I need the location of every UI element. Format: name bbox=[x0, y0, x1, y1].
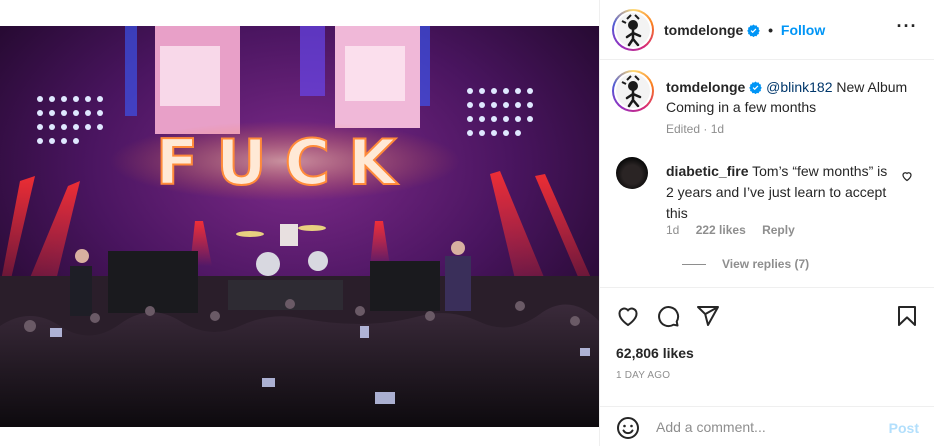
comment-time: 1d bbox=[666, 223, 680, 237]
comment-like-heart-icon[interactable] bbox=[901, 169, 913, 185]
stage-sign: FUCK bbox=[156, 126, 414, 199]
avatar-figure-icon bbox=[621, 14, 642, 47]
commenter-avatar[interactable] bbox=[616, 157, 648, 189]
comment-meta: 1d 222 likes Reply bbox=[666, 223, 808, 237]
post-image[interactable]: FUCK bbox=[0, 26, 599, 427]
comment-input[interactable] bbox=[656, 417, 876, 437]
comment-reply-button[interactable]: Reply bbox=[762, 223, 795, 237]
separator-dot: • bbox=[768, 22, 774, 38]
share-icon[interactable] bbox=[696, 304, 720, 331]
verified-badge-icon bbox=[747, 24, 761, 40]
post-header: tomdelonge • Follow ··· bbox=[600, 0, 934, 60]
caption-author-avatar[interactable] bbox=[612, 70, 654, 112]
view-replies-button[interactable]: View replies (7) bbox=[682, 257, 809, 271]
caption-text: tomdelonge @blink182 New Album Coming in… bbox=[666, 78, 921, 116]
follow-button[interactable]: Follow bbox=[781, 22, 825, 38]
avatar-figure-icon bbox=[621, 75, 642, 108]
concert-photo: FUCK bbox=[0, 26, 599, 427]
comment-likes[interactable]: 222 likes bbox=[696, 223, 746, 237]
commenter-username[interactable]: diabetic_fire bbox=[666, 163, 748, 179]
comment-text: diabetic_fire Tom’s “few months” is 2 ye… bbox=[666, 161, 896, 224]
add-comment-bar: Post bbox=[600, 406, 934, 446]
likes-count[interactable]: 62,806 likes bbox=[616, 345, 694, 361]
post-side-panel: tomdelonge • Follow ··· tomdelonge @blin… bbox=[599, 0, 934, 446]
header-user-line: tomdelonge • Follow bbox=[664, 22, 825, 40]
replies-divider-line bbox=[682, 264, 706, 266]
post-actions: 62,806 likes 1 DAY AGO Post bbox=[600, 287, 934, 446]
verified-badge-icon bbox=[749, 80, 763, 98]
post-time-ago: 1 DAY AGO bbox=[616, 370, 671, 381]
bookmark-icon[interactable] bbox=[895, 304, 919, 331]
caption-mention-link[interactable]: @blink182 bbox=[766, 79, 832, 95]
author-avatar[interactable] bbox=[612, 9, 654, 51]
view-replies-label: View replies (7) bbox=[722, 257, 810, 271]
author-username[interactable]: tomdelonge bbox=[664, 22, 743, 38]
comment-icon[interactable] bbox=[656, 304, 680, 331]
heart-icon[interactable] bbox=[616, 304, 640, 331]
post-comment-button[interactable]: Post bbox=[889, 420, 919, 436]
caption-meta: Edited · 1d bbox=[666, 122, 725, 136]
emoji-icon[interactable] bbox=[616, 416, 640, 443]
caption-username[interactable]: tomdelonge bbox=[666, 79, 745, 95]
more-options-icon[interactable]: ··· bbox=[895, 17, 919, 40]
